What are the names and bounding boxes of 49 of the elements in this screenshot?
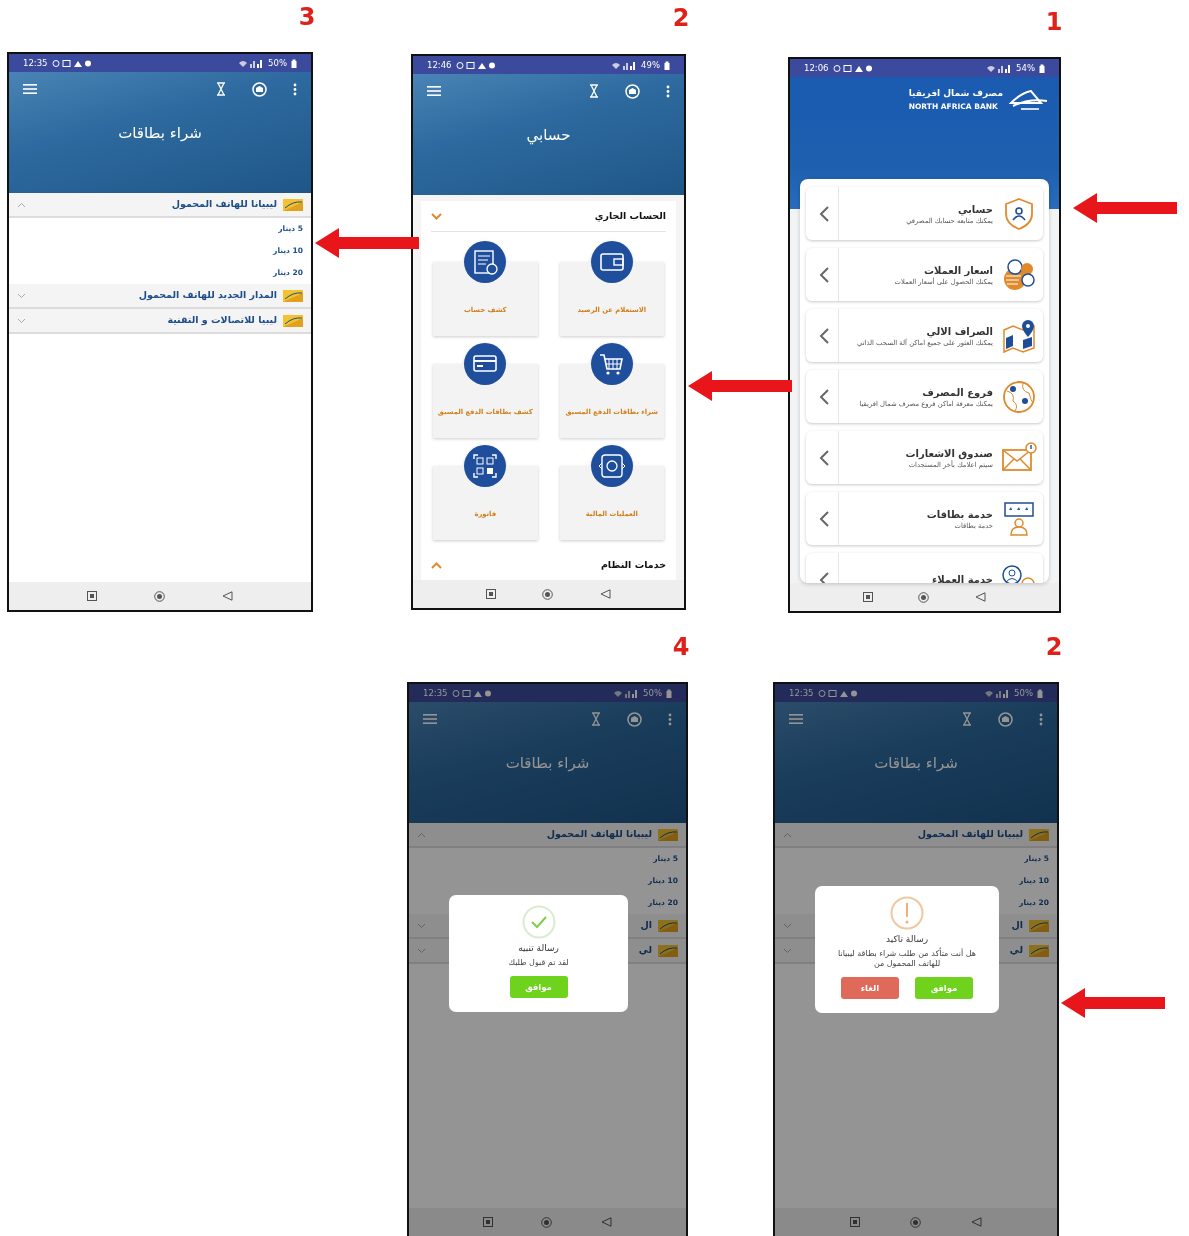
section-title[interactable]: خدمات النظام [600, 557, 666, 573]
clock-time: 12:35 [23, 56, 48, 70]
accordion-header[interactable]: المدار الجديد للهاتف المحمول [9, 284, 311, 309]
dialog-message: هل أنت متأكد من طلب شراء بطاقة ليبيانا للهاتف المحمول من [837, 948, 977, 970]
group-name: ال [1011, 918, 1023, 933]
group-name: ليبيانا للهاتف المحمول [546, 827, 652, 842]
menu-item-title: فروع المصرف [922, 385, 993, 400]
dialog-title: رسالة تاكيد [886, 933, 928, 946]
battery-percentage: 50% [1014, 686, 1033, 700]
group-name: لي [638, 943, 652, 958]
battery-percentage: 49% [641, 58, 660, 72]
bank-name: مصرف شمال افريقيا [908, 87, 1003, 101]
accordion-header[interactable]: ليبيانا للهاتف المحمول [775, 823, 1057, 848]
clock-time: 12:35 [423, 686, 448, 700]
section-title[interactable]: الحساب الجاري [594, 208, 666, 224]
menu-item-title: صندوق الاشعارات [905, 446, 993, 461]
clock-time: 12:35 [789, 686, 814, 700]
accordion-header[interactable]: ليبيانا للهاتف المحمول [409, 823, 686, 848]
menu-item-title: اسعار العملات [923, 263, 993, 277]
screen-title: شراء بطاقات [873, 753, 959, 774]
screen-title: شراء بطاقات [117, 123, 203, 144]
step-number: 2 [671, 4, 691, 32]
accordion-header[interactable]: ليبيانا للهاتف المحمول [9, 193, 311, 218]
dialog-message: لقد تم قبول طلبك [507, 957, 570, 968]
group-name: لي [1009, 943, 1023, 958]
accordion-header[interactable]: ليبيا للاتصالات و التقنية [9, 309, 311, 334]
menu-item-title: الصراف الالي [926, 324, 993, 339]
menu-item-title: خدمة العملاء [932, 573, 993, 583]
clock-time: 12:06 [804, 61, 829, 75]
step-number: 2 [1044, 633, 1064, 661]
group-name: ليبيانا للهاتف المحمول [917, 827, 1023, 842]
battery-percentage: 54% [1016, 61, 1035, 75]
screen-title: شراء بطاقات [504, 753, 591, 774]
cancel-button[interactable]: الغاء [841, 977, 899, 1000]
menu-item-title: خدمة بطاقات [926, 507, 993, 522]
group-name: المدار الجديد للهاتف المحمول [138, 288, 277, 303]
menu-item[interactable]: خدمة العملاء [806, 553, 1043, 583]
battery-percentage: 50% [643, 686, 662, 700]
step-number: 4 [671, 633, 691, 661]
clock-time: 12:46 [427, 58, 452, 72]
group-name: ال [640, 918, 652, 933]
dialog-title: رسالة تنبيه [518, 942, 559, 955]
group-name: ليبيا للاتصالات و التقنية [167, 313, 277, 328]
step-number: 3 [297, 3, 317, 31]
screen-title: حسابي [525, 125, 572, 147]
battery-percentage: 50% [268, 56, 287, 70]
step-number: 1 [1044, 8, 1064, 36]
group-name: ليبيانا للهاتف المحمول [171, 197, 277, 212]
menu-item-title: حسابي [958, 202, 993, 217]
